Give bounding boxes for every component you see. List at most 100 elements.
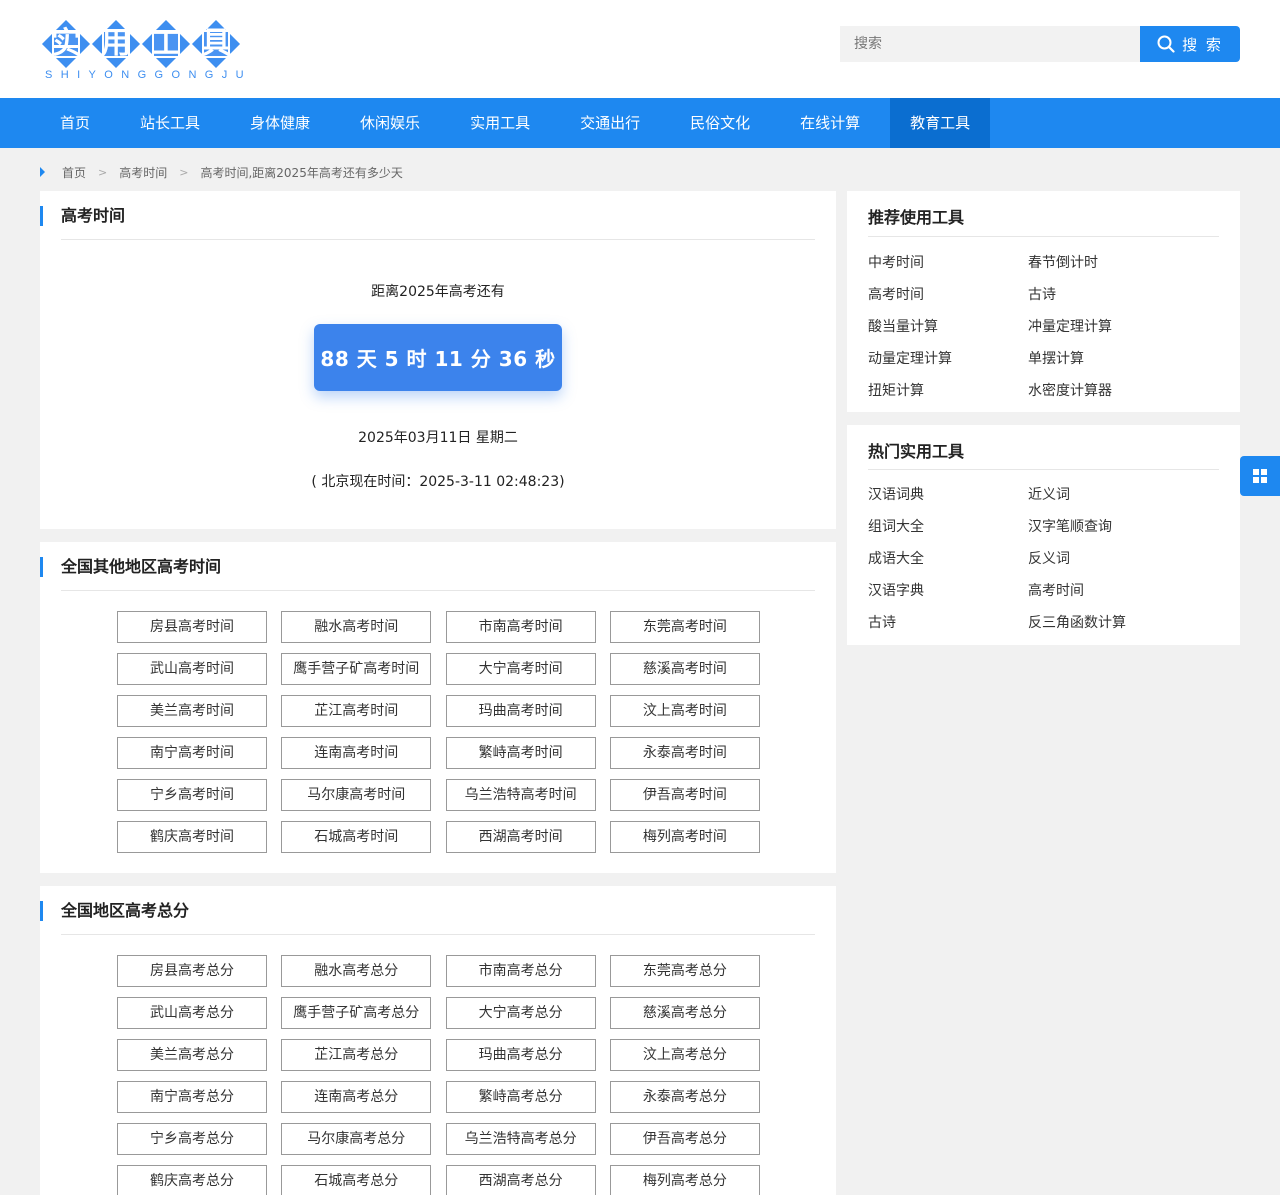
- region-score-link[interactable]: 鹰手营子矿高考总分: [281, 997, 432, 1029]
- tool-link[interactable]: 水密度计算器: [1028, 381, 1218, 401]
- region-score-link[interactable]: 汶上高考总分: [609, 1039, 760, 1071]
- region-time-link[interactable]: 鹤庆高考时间: [117, 821, 267, 853]
- nav-item-health[interactable]: 身体健康: [230, 98, 330, 148]
- tool-link[interactable]: 酸当量计算: [868, 317, 1028, 337]
- logo-pinyin: SHIYONGGONGJU: [45, 69, 252, 81]
- region-time-link[interactable]: 武山高考时间: [117, 653, 267, 685]
- tool-link[interactable]: 组词大全: [868, 517, 1028, 537]
- nav-item-home[interactable]: 首页: [40, 98, 110, 148]
- tool-link[interactable]: 高考时间: [868, 285, 1028, 305]
- tool-link[interactable]: 扭矩计算: [868, 381, 1028, 401]
- logo-char: 具: [191, 19, 241, 69]
- region-time-link[interactable]: 马尔康高考时间: [281, 779, 432, 811]
- region-time-link[interactable]: 融水高考时间: [281, 611, 432, 643]
- region-score-link[interactable]: 繁峙高考总分: [445, 1081, 596, 1113]
- breadcrumb-separator: >: [98, 165, 108, 179]
- tool-link[interactable]: 汉语词典: [868, 485, 1028, 505]
- region-time-link[interactable]: 房县高考时间: [117, 611, 267, 643]
- caret-right-icon: [40, 167, 45, 177]
- tool-link[interactable]: 古诗: [1028, 285, 1218, 305]
- divider: [868, 469, 1219, 470]
- region-time-link[interactable]: 乌兰浩特高考时间: [445, 779, 596, 811]
- tool-link[interactable]: 汉字笔顺查询: [1028, 517, 1218, 537]
- region-score-link[interactable]: 慈溪高考总分: [609, 997, 760, 1029]
- region-score-link[interactable]: 美兰高考总分: [117, 1039, 267, 1071]
- breadcrumb-home[interactable]: 首页: [62, 164, 86, 181]
- panel-title: 热门实用工具: [868, 442, 965, 461]
- region-score-link[interactable]: 永泰高考总分: [609, 1081, 760, 1113]
- region-time-link[interactable]: 繁峙高考时间: [445, 737, 596, 769]
- region-score-link[interactable]: 市南高考总分: [445, 955, 596, 987]
- region-score-link[interactable]: 玛曲高考总分: [445, 1039, 596, 1071]
- tool-link[interactable]: 反义词: [1028, 549, 1218, 569]
- countdown-panel: 高考时间 距离2025年高考还有 88 天 5 时 11 分 36 秒 2025…: [40, 191, 836, 529]
- region-score-link[interactable]: 连南高考总分: [281, 1081, 432, 1113]
- region-score-link[interactable]: 梅列高考总分: [609, 1165, 760, 1195]
- search-input[interactable]: [840, 26, 1140, 62]
- region-time-link[interactable]: 永泰高考时间: [609, 737, 760, 769]
- tool-link[interactable]: 中考时间: [868, 253, 1028, 273]
- floating-menu-button[interactable]: [1240, 456, 1280, 496]
- region-score-link[interactable]: 大宁高考总分: [445, 997, 596, 1029]
- nav-item-folk-culture[interactable]: 民俗文化: [670, 98, 770, 148]
- search-button[interactable]: 搜 索: [1140, 26, 1240, 62]
- region-time-link[interactable]: 西湖高考时间: [445, 821, 596, 853]
- region-time-link[interactable]: 东莞高考时间: [609, 611, 760, 643]
- region-time-link[interactable]: 宁乡高考时间: [117, 779, 267, 811]
- regions-score-panel: 全国地区高考总分 房县高考总分 融水高考总分 市南高考总分 东莞高考总分 武山高…: [40, 886, 836, 1195]
- tool-link[interactable]: 冲量定理计算: [1028, 317, 1218, 337]
- nav-item-online-calc[interactable]: 在线计算: [780, 98, 880, 148]
- nav-item-leisure[interactable]: 休闲娱乐: [340, 98, 440, 148]
- region-score-link[interactable]: 石城高考总分: [281, 1165, 432, 1195]
- region-score-link[interactable]: 宁乡高考总分: [117, 1123, 267, 1155]
- tool-link[interactable]: 近义词: [1028, 485, 1218, 505]
- region-score-link[interactable]: 东莞高考总分: [609, 955, 760, 987]
- breadcrumb-section[interactable]: 高考时间: [119, 164, 167, 181]
- main-nav: 首页 站长工具 身体健康 休闲娱乐 实用工具 交通出行 民俗文化 在线计算 教育…: [0, 98, 1280, 148]
- nav-item-education-tools[interactable]: 教育工具: [890, 98, 991, 148]
- region-score-link[interactable]: 西湖高考总分: [445, 1165, 596, 1195]
- region-score-link[interactable]: 南宁高考总分: [117, 1081, 267, 1113]
- region-score-link[interactable]: 伊吾高考总分: [609, 1123, 760, 1155]
- tool-link[interactable]: 单摆计算: [1028, 349, 1218, 369]
- tool-link[interactable]: 动量定理计算: [868, 349, 1028, 369]
- region-score-link[interactable]: 鹤庆高考总分: [117, 1165, 267, 1195]
- logo-char: 用: [91, 19, 141, 69]
- region-time-link[interactable]: 南宁高考时间: [117, 737, 267, 769]
- region-time-link[interactable]: 市南高考时间: [445, 611, 596, 643]
- region-time-link[interactable]: 连南高考时间: [281, 737, 432, 769]
- region-time-link[interactable]: 美兰高考时间: [117, 695, 267, 727]
- tool-link[interactable]: 古诗: [868, 613, 1028, 633]
- tool-link[interactable]: 汉语字典: [868, 581, 1028, 601]
- countdown-timer: 88 天 5 时 11 分 36 秒: [314, 324, 562, 391]
- region-score-link[interactable]: 马尔康高考总分: [281, 1123, 432, 1155]
- region-score-link[interactable]: 房县高考总分: [117, 955, 267, 987]
- tool-link[interactable]: 成语大全: [868, 549, 1028, 569]
- region-time-link[interactable]: 伊吾高考时间: [609, 779, 760, 811]
- grid-icon: [1253, 469, 1267, 483]
- region-time-link[interactable]: 梅列高考时间: [609, 821, 760, 853]
- region-time-link[interactable]: 慈溪高考时间: [609, 653, 760, 685]
- region-time-link[interactable]: 大宁高考时间: [445, 653, 596, 685]
- logo-char: 实: [41, 19, 91, 69]
- region-time-link[interactable]: 芷江高考时间: [281, 695, 432, 727]
- region-time-link[interactable]: 石城高考时间: [281, 821, 432, 853]
- region-score-link[interactable]: 芷江高考总分: [281, 1039, 432, 1071]
- region-time-link[interactable]: 汶上高考时间: [609, 695, 760, 727]
- tool-link[interactable]: 反三角函数计算: [1028, 613, 1218, 633]
- region-time-link[interactable]: 玛曲高考时间: [445, 695, 596, 727]
- panel-title: 高考时间: [40, 206, 125, 226]
- site-logo[interactable]: 实 用 工 具 SHIYONGGONGJU: [41, 19, 244, 82]
- nav-item-practical-tools[interactable]: 实用工具: [450, 98, 550, 148]
- tool-link[interactable]: 高考时间: [1028, 581, 1218, 601]
- region-score-link[interactable]: 武山高考总分: [117, 997, 267, 1029]
- nav-item-webmaster-tools[interactable]: 站长工具: [120, 98, 220, 148]
- breadcrumb: 首页 > 高考时间 > 高考时间,距离2025年高考还有多少天: [40, 163, 403, 181]
- region-score-link[interactable]: 融水高考总分: [281, 955, 432, 987]
- current-date: 2025年03月11日 星期二: [358, 430, 518, 446]
- recommended-tools-panel: 推荐使用工具 中考时间 春节倒计时 高考时间 古诗 酸当量计算 冲量定理计算 动…: [847, 191, 1240, 412]
- nav-item-transport[interactable]: 交通出行: [560, 98, 660, 148]
- region-time-link[interactable]: 鹰手营子矿高考时间: [281, 653, 432, 685]
- tool-link[interactable]: 春节倒计时: [1028, 253, 1218, 273]
- region-score-link[interactable]: 乌兰浩特高考总分: [445, 1123, 596, 1155]
